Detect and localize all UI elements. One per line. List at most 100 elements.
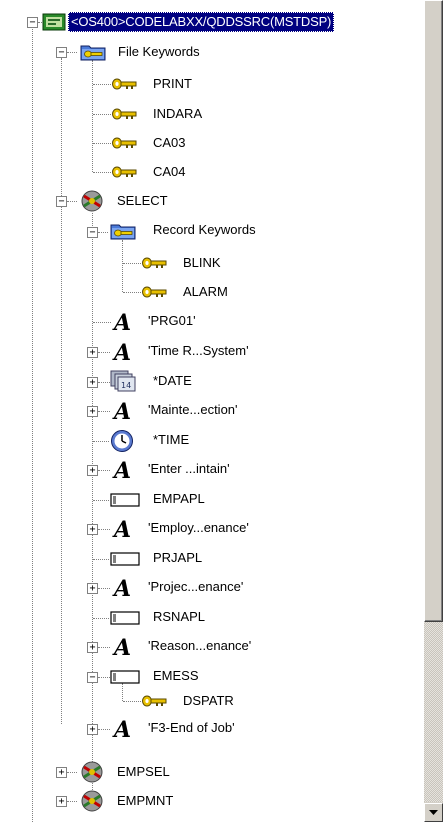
constant-maintenance-selection[interactable]: 'Mainte...ection' <box>148 401 238 419</box>
keyword-blink[interactable]: BLINK <box>183 254 221 272</box>
tree-branch <box>98 529 110 530</box>
record-format-icon <box>80 790 104 812</box>
scroll-down-button[interactable] <box>424 803 443 822</box>
field-emess[interactable]: EMESS <box>153 667 199 685</box>
constant-time-reporting[interactable]: 'Time R...System' <box>148 342 249 360</box>
tree-branch <box>98 352 110 353</box>
tree-branch <box>93 172 111 173</box>
tree-branch <box>93 618 109 619</box>
constant-employee-maintenance[interactable]: 'Employ...enance' <box>148 519 249 537</box>
keyword-indara[interactable]: INDARA <box>153 105 202 123</box>
calendar-icon <box>110 370 136 392</box>
key-icon <box>112 77 138 91</box>
tree-branch <box>67 201 77 202</box>
scrollbar-track[interactable] <box>424 622 443 802</box>
expand-toggle[interactable]: + <box>87 724 98 735</box>
field-rsnapl[interactable]: RSNAPL <box>153 608 205 626</box>
keyword-folder-icon <box>110 221 136 241</box>
constant-text-icon <box>112 400 136 422</box>
tree-branch <box>93 143 111 144</box>
constant-text-icon <box>112 518 136 540</box>
record-empmnt-label[interactable]: EMPMNT <box>117 792 173 810</box>
field-icon <box>110 551 140 567</box>
tree-guide-line <box>122 683 123 701</box>
expand-toggle[interactable]: + <box>87 583 98 594</box>
constant-text-icon <box>112 459 136 481</box>
tree-branch <box>93 441 109 442</box>
constant-enter-maintain[interactable]: 'Enter ...intain' <box>148 460 230 478</box>
record-empsel-label[interactable]: EMPSEL <box>117 763 170 781</box>
expand-toggle[interactable]: + <box>87 406 98 417</box>
select-collapse-toggle[interactable]: − <box>56 196 67 207</box>
field-prjapl[interactable]: PRJAPL <box>153 549 202 567</box>
constant-prg01[interactable]: 'PRG01' <box>148 312 196 330</box>
tree-branch <box>98 677 110 678</box>
record-keywords-collapse-toggle[interactable]: − <box>87 227 98 238</box>
emess-collapse-toggle[interactable]: − <box>87 672 98 683</box>
tree-branch <box>98 411 110 412</box>
tree-guide-line <box>32 23 33 822</box>
tree-branch <box>93 322 111 323</box>
constant-text-icon <box>112 341 136 363</box>
expand-toggle[interactable]: + <box>87 347 98 358</box>
tree-branch <box>93 84 111 85</box>
file-keywords-collapse-toggle[interactable]: − <box>56 47 67 58</box>
tree-guide-line <box>92 60 93 172</box>
expand-toggle[interactable]: + <box>87 524 98 535</box>
constant-project-maintenance[interactable]: 'Projec...enance' <box>148 578 243 596</box>
expand-toggle[interactable]: + <box>56 796 67 807</box>
tree-branch <box>123 263 141 264</box>
tree-branch <box>98 470 110 471</box>
tree-branch <box>67 801 77 802</box>
tree-branch <box>123 701 141 702</box>
tree-guide-line <box>92 213 93 790</box>
record-format-icon <box>80 190 104 212</box>
vertical-scrollbar[interactable] <box>424 0 443 822</box>
file-member-icon <box>42 12 66 32</box>
tree-branch <box>98 647 110 648</box>
record-select-label[interactable]: SELECT <box>117 192 168 210</box>
expand-toggle[interactable]: + <box>87 377 98 388</box>
key-icon <box>142 285 168 299</box>
tree-guide-line <box>122 240 123 292</box>
scrollbar-thumb[interactable] <box>424 0 443 622</box>
tree-branch <box>98 232 108 233</box>
outline-tree[interactable]: − <OS400>CODELABXX/QDDSSRC(MSTDSP) − Fil… <box>0 0 424 822</box>
key-icon <box>112 165 138 179</box>
panel-edge <box>0 0 4 822</box>
root-collapse-toggle[interactable]: − <box>27 17 38 28</box>
record-keywords-label[interactable]: Record Keywords <box>153 221 256 239</box>
keyword-dspatr[interactable]: DSPATR <box>183 692 234 710</box>
constant-reason-maintenance[interactable]: 'Reason...enance' <box>148 637 251 655</box>
tree-branch <box>67 52 77 53</box>
tree-branch <box>98 382 110 383</box>
tree-branch <box>123 292 141 293</box>
field-date[interactable]: *DATE <box>153 372 192 390</box>
expand-toggle[interactable]: + <box>56 767 67 778</box>
expand-toggle[interactable]: + <box>87 465 98 476</box>
expand-toggle[interactable]: + <box>87 642 98 653</box>
root-member-label[interactable]: <OS400>CODELABXX/QDDSSRC(MSTDSP) <box>68 12 335 32</box>
file-keywords-label[interactable]: File Keywords <box>118 43 200 61</box>
arrow-down-icon <box>429 810 438 815</box>
tree-branch <box>93 559 109 560</box>
keyword-alarm[interactable]: ALARM <box>183 283 228 301</box>
keyword-ca03[interactable]: CA03 <box>153 134 186 152</box>
tree-guide-line <box>61 58 62 724</box>
key-icon <box>142 694 168 708</box>
tree-branch <box>67 772 77 773</box>
record-format-icon <box>80 761 104 783</box>
tree-branch <box>98 729 110 730</box>
tree-branch <box>98 588 110 589</box>
constant-text-icon <box>112 636 136 658</box>
keyword-print[interactable]: PRINT <box>153 75 192 93</box>
keyword-ca04[interactable]: CA04 <box>153 163 186 181</box>
constant-f3-end-of-job[interactable]: 'F3-End of Job' <box>148 719 235 737</box>
key-icon <box>142 256 168 270</box>
field-time[interactable]: *TIME <box>153 431 189 449</box>
keyword-folder-icon <box>80 42 106 62</box>
constant-text-icon <box>112 311 136 333</box>
constant-text-icon <box>112 577 136 599</box>
field-empapl[interactable]: EMPAPL <box>153 490 205 508</box>
key-icon <box>112 136 138 150</box>
